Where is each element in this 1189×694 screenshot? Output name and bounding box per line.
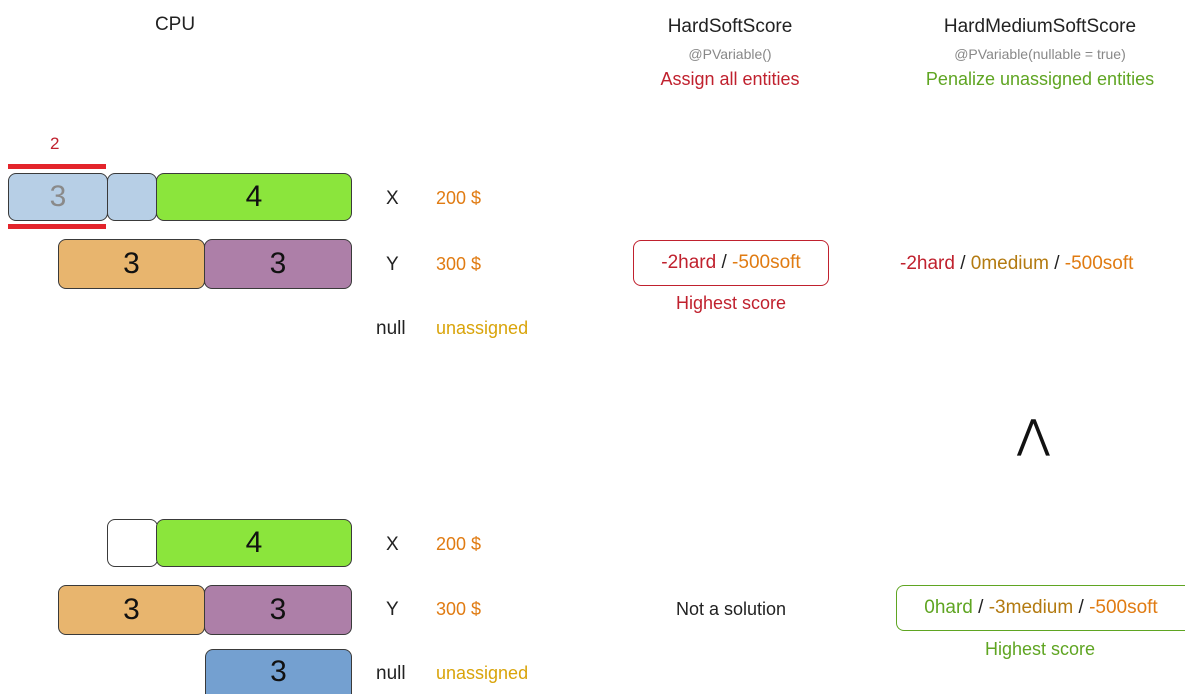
process-capacity-remainder — [107, 519, 158, 567]
hardmediumsoft-note: Penalize unassigned entities — [925, 69, 1155, 89]
hardmediumsoft-score-top: -2hard / 0medium / -500soft — [900, 253, 1134, 274]
hardsoft-annotation: @PVariable() — [688, 46, 772, 62]
hardsoft-score-box: -2hard / -500soft — [633, 240, 829, 286]
process-ghost-3: 3 — [8, 173, 108, 221]
hardsoft-column-title: HardSoftScore — [667, 16, 793, 37]
hardsoft-highest-caption: Highest score — [675, 293, 787, 313]
overflow-marker-bottom — [8, 224, 106, 229]
hardmediumsoft-column-title: HardMediumSoftScore — [943, 16, 1137, 37]
process-value: 4 — [245, 180, 263, 213]
process-value: 3 — [269, 247, 287, 280]
comparison-symbol: ⋀ — [1017, 413, 1050, 457]
computer-cost-y: 300 $ — [436, 254, 482, 274]
unassigned-label: unassigned — [436, 318, 529, 338]
computer-label-x: X — [386, 188, 399, 209]
process-value: 3 — [49, 180, 67, 213]
computer-label-x: X — [386, 534, 399, 555]
process-tan-3: 3 — [58, 585, 205, 635]
process-4: 4 — [156, 519, 352, 567]
computer-label-y: Y — [386, 599, 399, 620]
computer-cost-y: 300 $ — [436, 599, 482, 619]
process-value: 3 — [270, 655, 287, 688]
computer-label-y: Y — [386, 254, 399, 275]
hardsoft-score: -2hard / -500soft — [661, 252, 801, 273]
process-value: 3 — [269, 593, 287, 626]
process-tan-3: 3 — [58, 239, 205, 289]
hardsoft-note: Assign all entities — [660, 69, 800, 89]
cpu-column-title: CPU — [154, 14, 196, 35]
overflow-label: 2 — [50, 134, 60, 153]
process-value: 3 — [123, 247, 140, 280]
hardmediumsoft-annotation: @PVariable(nullable = true) — [954, 46, 1126, 62]
computer-cost-x: 200 $ — [436, 188, 482, 208]
not-a-solution-label: Not a solution — [675, 599, 787, 619]
process-purple-3: 3 — [204, 585, 352, 635]
unassigned-label: unassigned — [436, 663, 529, 683]
hardmediumsoft-score-box: 0hard / -3medium / -500soft — [896, 585, 1185, 631]
computer-label-null: null — [376, 318, 406, 339]
process-value: 3 — [123, 593, 140, 626]
hardmediumsoft-highest-caption: Highest score — [984, 639, 1096, 659]
computer-label-null: null — [376, 663, 406, 684]
overflow-marker-top — [8, 164, 106, 169]
computer-cost-x: 200 $ — [436, 534, 482, 554]
process-value: 4 — [245, 526, 263, 559]
hardmediumsoft-score-bottom: 0hard / -3medium / -500soft — [924, 597, 1158, 618]
process-purple-3: 3 — [204, 239, 352, 289]
process-unassigned-3: 3 — [205, 649, 352, 694]
process-capacity-remainder — [107, 173, 157, 221]
process-4: 4 — [156, 173, 352, 221]
